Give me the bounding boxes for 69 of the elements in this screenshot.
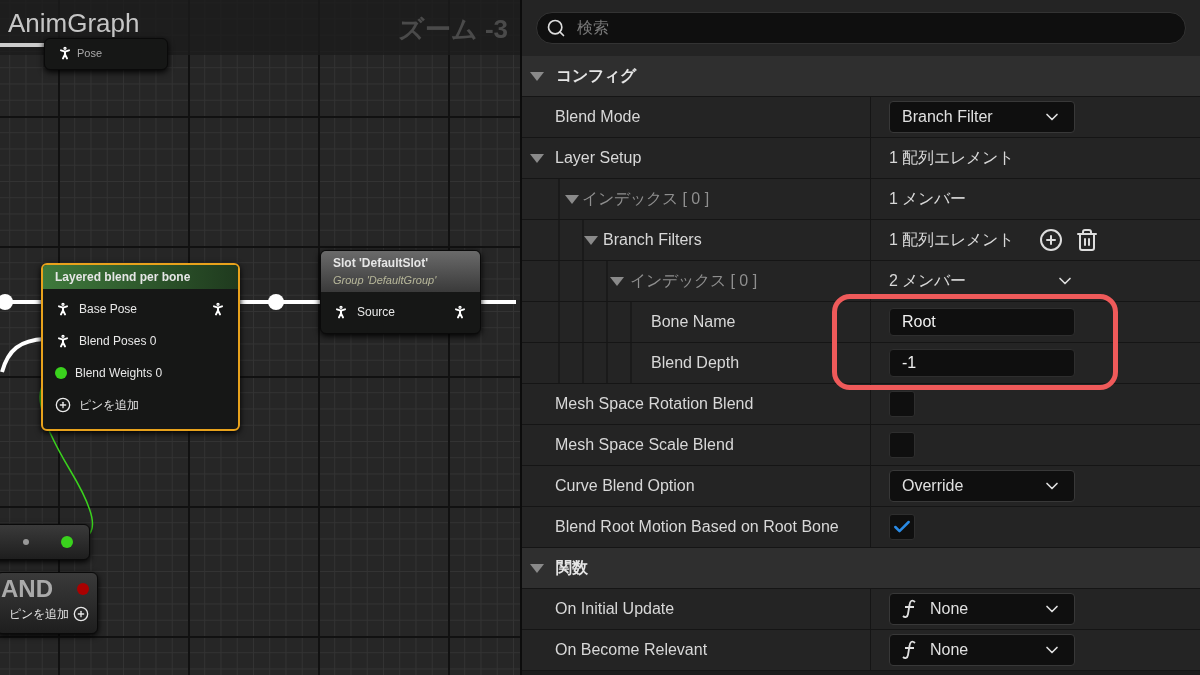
graph-node[interactable]: [0, 524, 90, 560]
checkbox[interactable]: [889, 432, 915, 458]
add-icon: [55, 397, 71, 413]
property-label: Blend Depth: [651, 353, 740, 373]
pin-label: Source: [357, 303, 396, 321]
checkbox[interactable]: [889, 514, 915, 540]
graph-node[interactable]: Pose: [44, 38, 168, 70]
function-icon: [902, 640, 918, 660]
pose-pin-icon[interactable]: [55, 301, 71, 317]
pin-label: Blend Weights 0: [75, 365, 163, 382]
property-label: Blend Mode: [555, 107, 641, 127]
expanded-arrow-icon[interactable]: [610, 276, 624, 286]
expanded-arrow-icon[interactable]: [530, 71, 544, 81]
pin-label: Pose: [77, 46, 103, 61]
graph-node[interactable]: Slot 'DefaultSlot' Group 'DefaultGroup' Source: [320, 250, 481, 334]
add-icon[interactable]: [1039, 228, 1063, 252]
add-pin-button[interactable]: ピンを追加: [43, 389, 238, 421]
value-text: 2 メンバー: [889, 271, 967, 291]
node-title: AND: [0, 577, 53, 601]
checkbox[interactable]: [889, 391, 915, 417]
node-title: Slot 'DefaultSlot': [333, 255, 430, 272]
property-label: インデックス [ 0 ]: [582, 189, 710, 209]
graph-title: AnimGraph: [8, 10, 140, 36]
pin-label: Base Pose: [79, 301, 138, 318]
value-text: 1 メンバー: [889, 189, 967, 209]
dropdown[interactable]: Branch Filter: [889, 101, 1075, 133]
pose-pin-icon[interactable]: [452, 303, 468, 320]
property-label: On Initial Update: [555, 599, 675, 619]
graph-node[interactable]: AND ピンを追加: [0, 572, 98, 634]
add-icon: [73, 606, 89, 622]
property-label: インデックス [ 0 ]: [630, 271, 758, 291]
add-pin-button[interactable]: ピンを追加: [9, 605, 89, 623]
property-label: Curve Blend Option: [555, 476, 695, 496]
property-label: Mesh Space Rotation Blend: [555, 394, 754, 414]
function-icon: [902, 599, 918, 619]
pose-pin-icon[interactable]: [57, 45, 73, 62]
expanded-arrow-icon[interactable]: [530, 563, 544, 573]
category-label: コンフィグ: [556, 66, 636, 86]
float-pin-icon[interactable]: [61, 536, 73, 548]
pin-label: Blend Poses 0: [79, 333, 157, 350]
input-field[interactable]: Root: [889, 308, 1075, 336]
value-text: 1 配列エレメント: [889, 230, 1015, 250]
input-field[interactable]: -1: [889, 349, 1075, 377]
delete-icon[interactable]: [1075, 228, 1099, 252]
pose-pin-icon[interactable]: [55, 333, 71, 349]
expanded-arrow-icon[interactable]: [565, 194, 579, 204]
function-dropdown[interactable]: None: [889, 593, 1075, 625]
dropdown[interactable]: Override: [889, 470, 1075, 502]
search-icon: [546, 18, 566, 38]
float-pin-icon[interactable]: [55, 367, 67, 379]
value-text: 1 配列エレメント: [889, 148, 1015, 168]
property-label: Blend Root Motion Based on Root Bone: [555, 517, 839, 537]
function-dropdown[interactable]: None: [889, 634, 1075, 666]
pose-pin-icon[interactable]: [210, 301, 226, 317]
search-field[interactable]: 検索: [536, 12, 1186, 44]
node-subtitle: Group 'DefaultGroup': [333, 273, 438, 288]
property-label: Bone Name: [651, 312, 736, 332]
category-label: 関数: [556, 558, 588, 578]
property-label: Layer Setup: [555, 148, 642, 168]
category-header[interactable]: 関数: [522, 548, 1200, 589]
expanded-arrow-icon[interactable]: [530, 153, 544, 163]
node-title: Layered blend per bone: [55, 269, 192, 286]
expanded-arrow-icon[interactable]: [584, 235, 598, 245]
property-label: On Become Relevant: [555, 640, 708, 660]
pose-pin-icon[interactable]: [333, 303, 349, 320]
property-label: Branch Filters: [603, 230, 702, 250]
property-label: Mesh Space Scale Blend: [555, 435, 734, 455]
category-header[interactable]: コンフィグ: [522, 56, 1200, 97]
graph-node[interactable]: Layered blend per bone Base Pose Blend Poses 0 Blend Weights 0 ピンを追加: [41, 263, 240, 431]
